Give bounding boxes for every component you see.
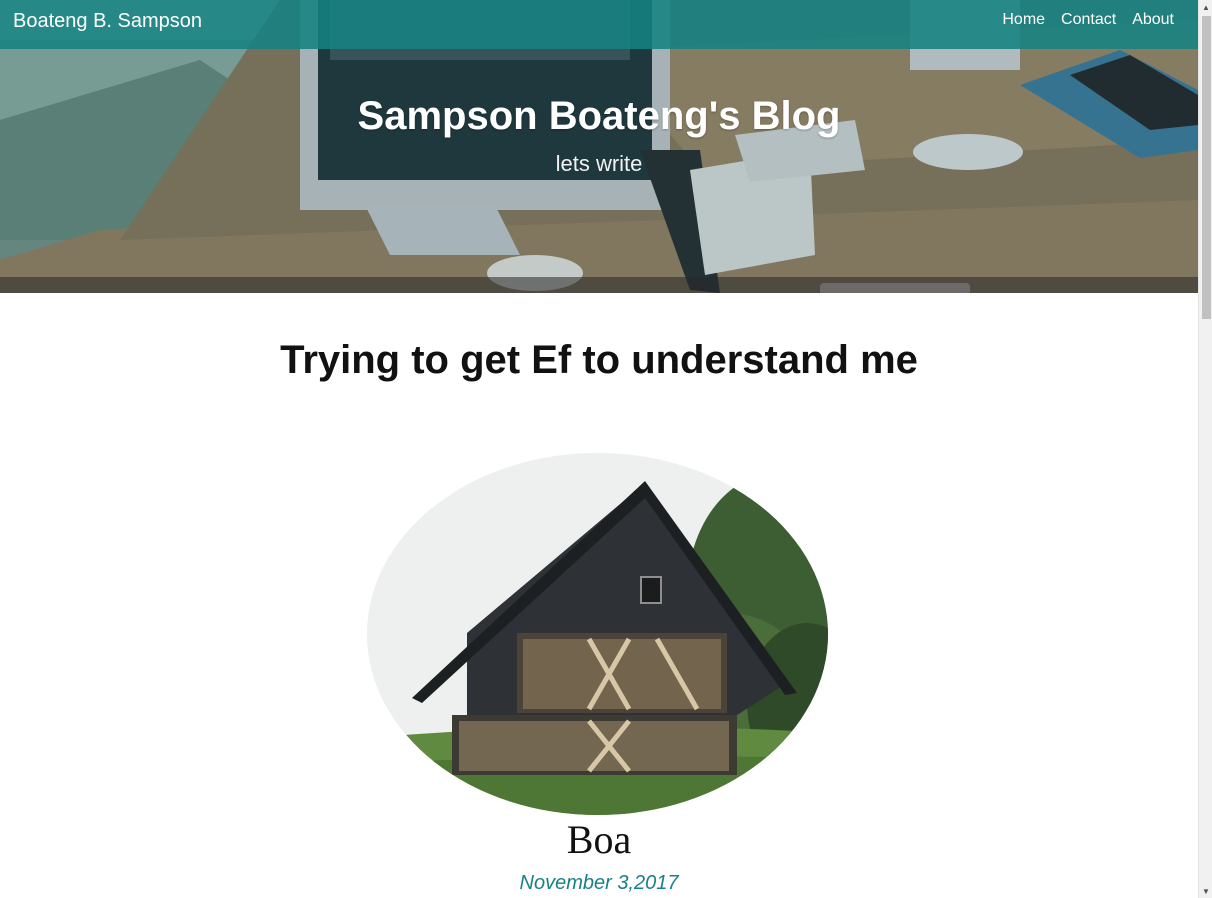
nav-contact-link[interactable]: Contact [1061, 11, 1116, 29]
nav-home-link[interactable]: Home [1002, 11, 1045, 29]
brand-link[interactable]: Boateng B. Sampson [13, 10, 202, 33]
scroll-thumb[interactable] [1202, 16, 1211, 319]
page: Boateng B. Sampson Home Contact About Sa… [0, 0, 1198, 898]
post-date: November 3,2017 [519, 872, 679, 894]
navbar: Boateng B. Sampson Home Contact About [0, 0, 1198, 49]
scroll-up-arrow-icon[interactable]: ▲ [1199, 0, 1212, 14]
hero-banner: Boateng B. Sampson Home Contact About Sa… [0, 0, 1198, 293]
nav-about-link[interactable]: About [1132, 11, 1174, 29]
vertical-scrollbar[interactable]: ▲ ▼ [1198, 0, 1212, 898]
scroll-down-arrow-icon[interactable]: ▼ [1199, 884, 1212, 898]
blog-title: Sampson Boateng's Blog [357, 94, 841, 138]
cabin-house-image [367, 453, 828, 815]
nav-links: Home Contact About [1002, 11, 1174, 29]
post-author: Boa [566, 817, 632, 862]
hero-bottom-bar [0, 277, 1198, 293]
post-title: Trying to get Ef to understand me [280, 338, 918, 382]
post-image [367, 453, 828, 815]
blog-subtitle: lets write [555, 151, 643, 176]
